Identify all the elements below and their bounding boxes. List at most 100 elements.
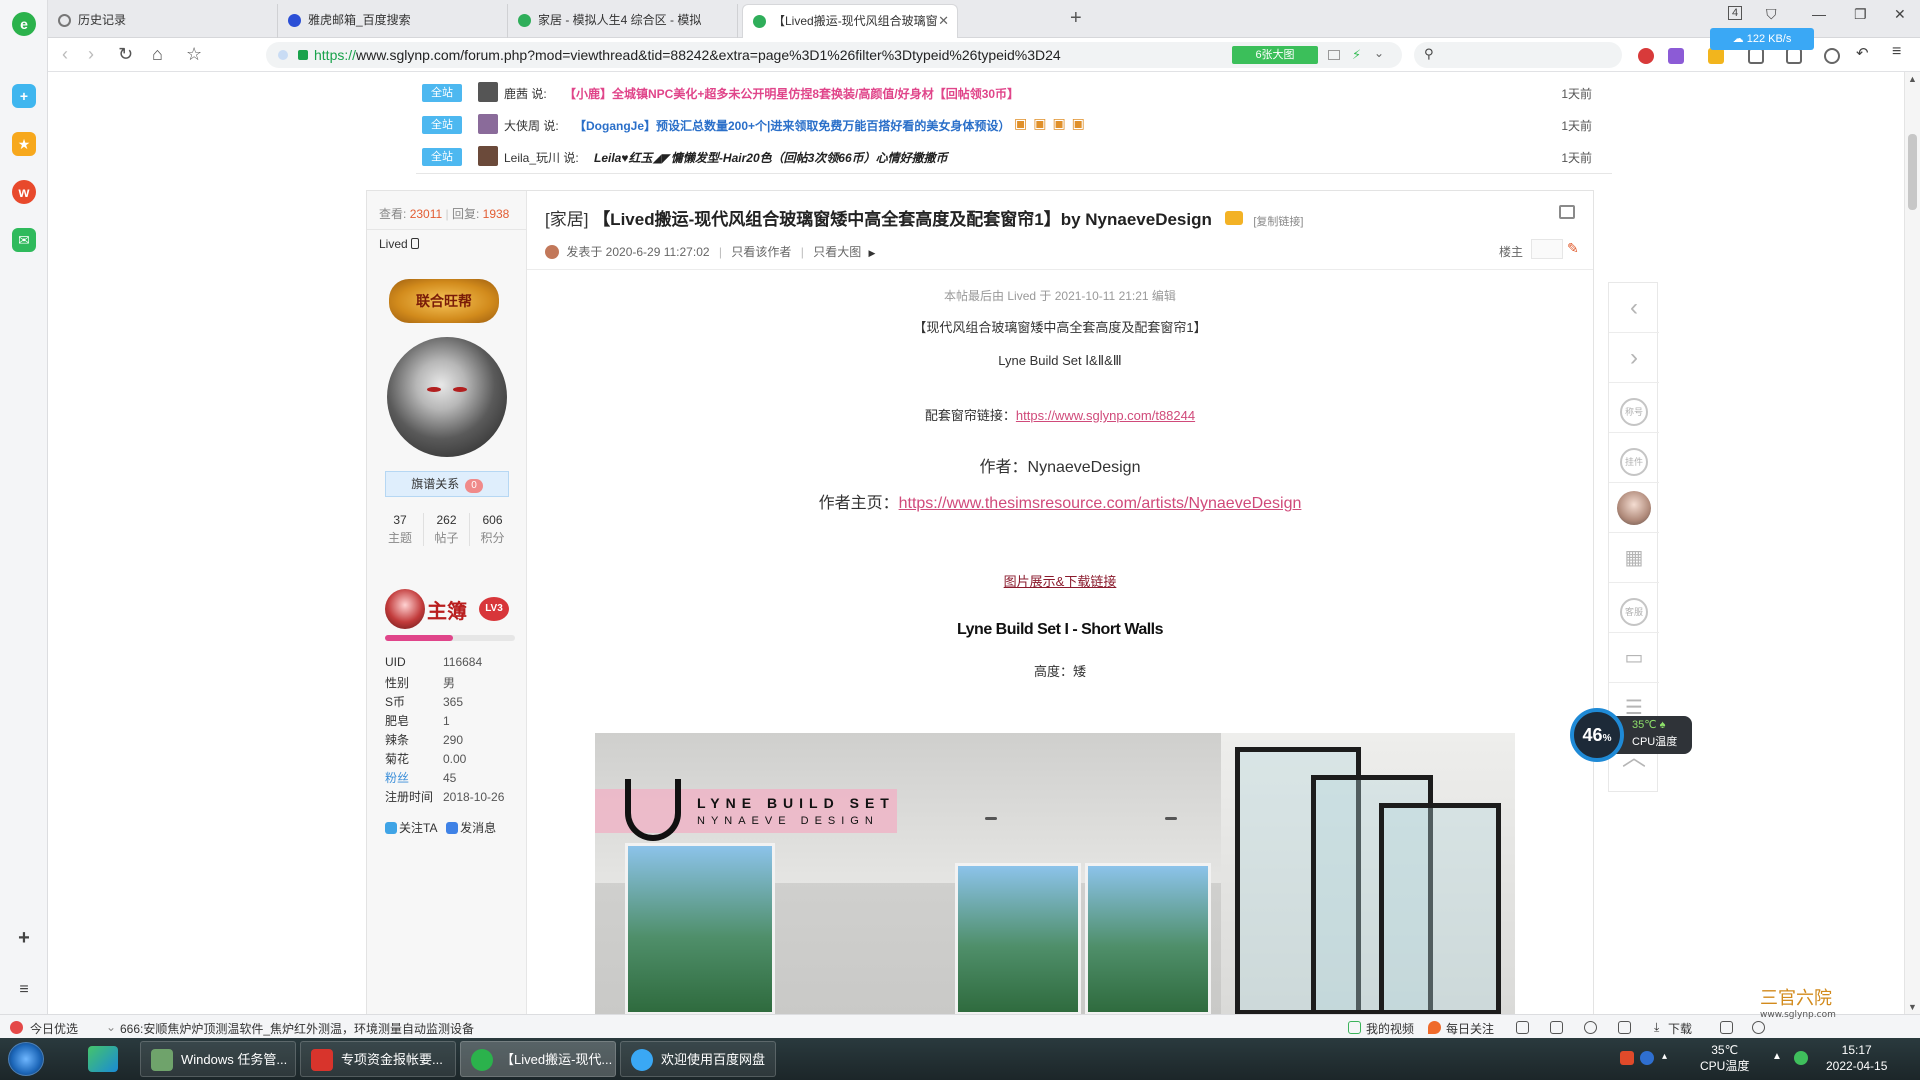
tab-history[interactable]: 历史记录	[48, 4, 278, 38]
media-player-icon[interactable]	[88, 1046, 118, 1072]
url-text[interactable]: https://www.sglynp.com/forum.php?mod=vie…	[314, 47, 1061, 63]
taskbar-item-wps[interactable]: 专项资金报帐要...	[300, 1041, 456, 1077]
tab-forum-home[interactable]: 家居 - 模拟人生4 综合区 - 模拟	[508, 4, 738, 38]
bookmark-star-icon[interactable]: ☆	[186, 44, 202, 64]
cpu-monitor-widget[interactable]: 46% 35℃ ♠ CPU温度	[1570, 708, 1694, 762]
site-info-icon[interactable]	[278, 50, 288, 60]
pen-icon[interactable]: ✎	[1567, 241, 1581, 255]
qr-code-icon[interactable]: ▦	[1609, 533, 1659, 583]
extension-red-icon[interactable]	[1638, 48, 1654, 64]
tab-baidu-search[interactable]: 雅虎邮箱_百度搜索	[278, 4, 508, 38]
settings-status-icon[interactable]	[1720, 1021, 1733, 1034]
browser-logo-icon[interactable]: e	[12, 12, 36, 36]
undo-icon[interactable]: ↶	[1856, 44, 1872, 62]
start-button[interactable]	[8, 1042, 44, 1076]
tab-thread[interactable]: 【Lived搬运-现代风组合玻璃窗 ✕	[742, 4, 958, 38]
reader-icon[interactable]	[1328, 50, 1340, 60]
tray-arrow-icon[interactable]: ▴	[1662, 1051, 1676, 1065]
taskbar-item-baidu-pan[interactable]: 欢迎使用百度网盘	[620, 1041, 776, 1077]
reload-icon[interactable]: ↻	[118, 44, 133, 64]
show-hidden-icon[interactable]: ▲	[1772, 1051, 1786, 1065]
taskbar-item-task-manager[interactable]: Windows 任务管...	[140, 1041, 296, 1077]
mail-icon[interactable]: ✉	[12, 228, 36, 252]
back-icon[interactable]: ‹	[62, 44, 68, 64]
shield-icon[interactable]	[1708, 48, 1724, 64]
news-ticker[interactable]: 666:安顺焦炉炉顶测温软件_焦炉红外测温，环境测量自动监测设备	[120, 1020, 474, 1037]
search-box[interactable]: ⚲	[1414, 42, 1622, 68]
page-scrollbar[interactable]: ▲ ▼	[1904, 72, 1920, 1014]
weibo-icon[interactable]: w	[12, 180, 36, 204]
only-author-link[interactable]: 只看该作者	[731, 245, 791, 259]
scroll-down-icon[interactable]: ▼	[1908, 1002, 1917, 1012]
download-link[interactable]: 图片展示&下载链接	[1004, 574, 1117, 589]
user-avatar[interactable]	[387, 337, 507, 457]
post-category[interactable]: [家居]	[545, 210, 588, 229]
customer-service-icon[interactable]: 客服	[1609, 583, 1659, 633]
my-videos-link[interactable]: 我的视频	[1366, 1020, 1414, 1037]
close-window-icon[interactable]: ✕	[1894, 6, 1906, 23]
chevron-down-icon[interactable]: ⌄	[106, 1020, 116, 1034]
announcement-user[interactable]: 大侠周 说:	[504, 117, 559, 134]
download-arrow-icon[interactable]: ⤓	[1654, 1020, 1659, 1035]
pendant-badge-icon[interactable]: 挂件	[1609, 433, 1659, 483]
rocket-icon[interactable]	[1618, 1021, 1631, 1034]
daily-follow-link[interactable]: 每日关注	[1446, 1020, 1494, 1037]
tray-clock[interactable]: 15:17 2022-04-15	[1826, 1042, 1887, 1074]
grid-icon[interactable]	[1786, 48, 1802, 64]
announcement-user[interactable]: Leila_玩川 说:	[504, 149, 579, 166]
big-image-link[interactable]: 只看大图	[813, 245, 861, 259]
favorites-star-icon[interactable]: ★	[12, 132, 36, 156]
stat-posts[interactable]: 262 帖子	[423, 513, 469, 546]
scroll-up-icon[interactable]: ▲	[1908, 74, 1917, 84]
stat-points[interactable]: 606 积分	[469, 513, 515, 546]
close-tab-icon[interactable]: ✕	[938, 5, 949, 37]
user-avatar-small[interactable]	[1609, 483, 1659, 533]
taskbar-item-browser[interactable]: 【Lived搬运-现代...	[460, 1041, 616, 1077]
rail-menu-icon[interactable]: ≡	[12, 978, 36, 1002]
announcement-user[interactable]: 鹿茜 说:	[504, 85, 547, 102]
restore-icon[interactable]: ❐	[1854, 6, 1867, 23]
scissors-icon[interactable]	[1748, 48, 1764, 64]
announcement-row[interactable]: 全站 大侠周 说: 【DogangJe】预设汇总数量200+个|进来领取免费万能…	[422, 112, 1592, 136]
copy-link-button[interactable]: [复制链接]	[1253, 216, 1303, 228]
chevron-down-icon[interactable]: ⌄	[1374, 46, 1384, 60]
announcement-text[interactable]: Leila♥红玉◢◤慵懒发型-Hair20色（回帖3次领66币）心情好撒撒币	[594, 149, 948, 166]
big-image-button[interactable]: 6张大图	[1232, 46, 1318, 64]
next-post-icon[interactable]: ›	[1609, 333, 1659, 383]
translate-icon[interactable]	[1668, 48, 1684, 64]
rail-add-icon[interactable]: +	[12, 926, 36, 950]
prev-post-icon[interactable]: ‹	[1609, 283, 1659, 333]
tray-cpu-temp[interactable]: 35℃ CPU温度	[1700, 1042, 1749, 1074]
announcement-row[interactable]: 全站 Leila_玩川 说: Leila♥红玉◢◤慵懒发型-Hair20色（回帖…	[422, 144, 1592, 168]
message-link[interactable]: 发消息	[446, 821, 496, 835]
homepage-link[interactable]: https://www.thesimsresource.com/artists/…	[899, 495, 1302, 512]
sogou-ime-icon[interactable]	[1620, 1051, 1634, 1065]
author-name[interactable]: Lived	[379, 237, 420, 251]
announcement-text[interactable]: 【DogangJe】预设汇总数量200+个|进来领取免费万能百搭好看的美女身体预…	[574, 117, 1010, 134]
profile-fans[interactable]: 粉丝 45	[385, 769, 456, 786]
today-picks[interactable]: 今日优选	[30, 1020, 78, 1037]
download-speed-badge[interactable]: ☁ 122 KB/s	[1710, 28, 1814, 50]
relation-button[interactable]: 旗谱关系 0	[385, 471, 509, 497]
download-link[interactable]: 下载	[1668, 1020, 1692, 1037]
home-icon[interactable]: ⌂	[152, 44, 163, 64]
print-icon[interactable]	[1559, 205, 1575, 219]
floor-jump-input[interactable]	[1531, 239, 1563, 259]
new-tab-button[interactable]: +	[1070, 6, 1082, 30]
brightness-icon[interactable]	[1824, 48, 1840, 64]
help-icon[interactable]	[1640, 1051, 1654, 1065]
scroll-thumb[interactable]	[1908, 134, 1917, 210]
address-bar[interactable]: https://www.sglynp.com/forum.php?mod=vie…	[266, 42, 1402, 68]
tab-count-badge[interactable]: 4	[1728, 6, 1743, 20]
announcement-text[interactable]: 【小鹿】全城镇NPC美化+超多未公开明星仿捏8套换装/高颜值/好身材【回帖领30…	[564, 85, 1019, 102]
chart-status-icon[interactable]	[1550, 1021, 1563, 1034]
shield-status-icon[interactable]	[1516, 1021, 1529, 1034]
stat-topics[interactable]: 37 主题	[377, 513, 423, 546]
lightning-icon[interactable]: ⚡	[1352, 47, 1361, 63]
comment-icon[interactable]: ▭	[1609, 633, 1659, 683]
add-app-icon[interactable]: +	[12, 84, 36, 108]
follow-link[interactable]: 关注TA	[385, 821, 437, 835]
caret-right-icon[interactable]: ▶	[869, 248, 876, 258]
minimize-icon[interactable]: —	[1812, 6, 1826, 22]
field-key[interactable]: 粉丝	[385, 769, 443, 786]
